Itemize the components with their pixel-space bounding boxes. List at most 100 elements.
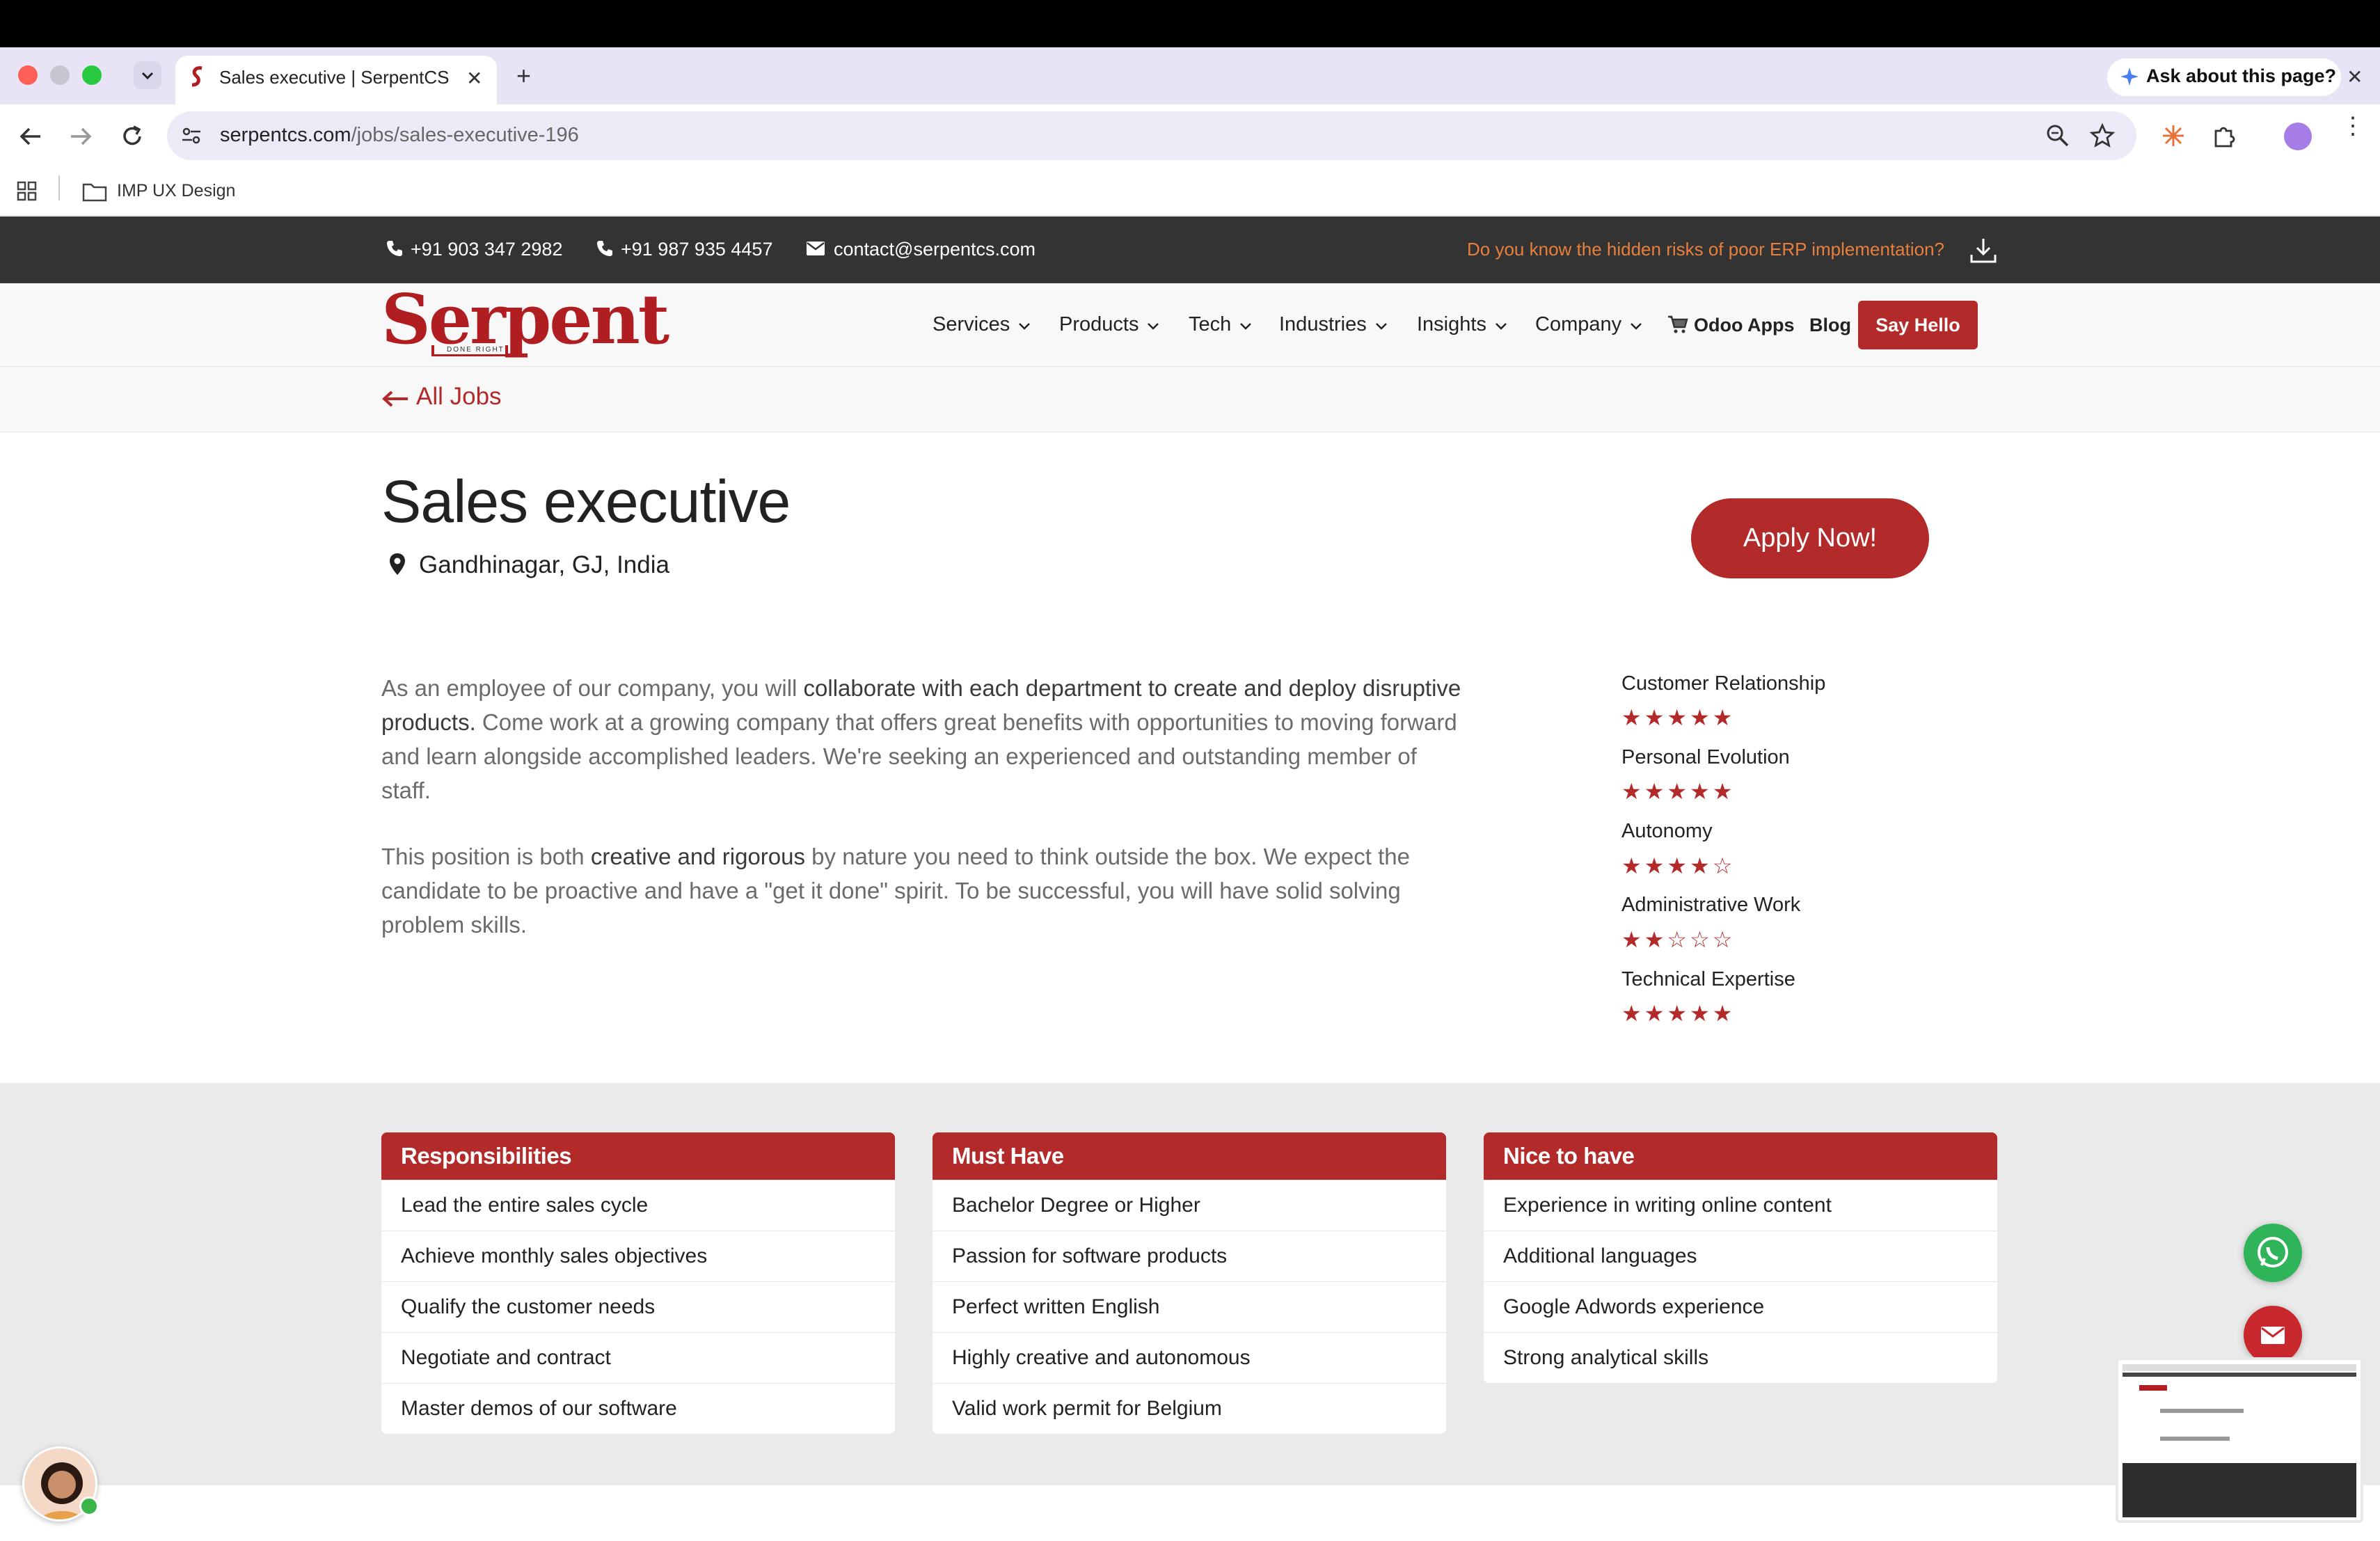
close-tab-icon[interactable]: ✕ bbox=[466, 67, 482, 90]
bookmark-folder-imp-ux-design[interactable]: IMP UX Design bbox=[117, 181, 235, 201]
say-hello-button[interactable]: Say Hello bbox=[1858, 301, 1978, 349]
job-title: Sales executive bbox=[381, 468, 791, 535]
close-ask-icon[interactable]: ✕ bbox=[2347, 65, 2363, 88]
bookmarks-divider bbox=[58, 175, 60, 200]
phone-number-1[interactable]: +91 903 347 2982 bbox=[411, 239, 562, 260]
nav-industries-label: Industries bbox=[1279, 313, 1367, 335]
star-filled-icon: ★ bbox=[1621, 779, 1644, 804]
phone-icon bbox=[386, 239, 402, 258]
list-item: Valid work permit for Belgium bbox=[933, 1383, 1446, 1434]
download-icon[interactable] bbox=[1969, 237, 1997, 264]
star-rating: ★★★★★ bbox=[1621, 778, 1735, 805]
whatsapp-icon bbox=[2258, 1237, 2288, 1267]
envelope-icon bbox=[2261, 1327, 2285, 1344]
nav-tech[interactable]: Tech bbox=[1189, 313, 1252, 336]
forward-icon[interactable] bbox=[67, 123, 95, 150]
star-filled-icon: ★ bbox=[1621, 705, 1644, 730]
chevron-down-icon bbox=[1018, 322, 1031, 331]
chevron-down-icon bbox=[1630, 322, 1642, 331]
star-empty-icon: ☆ bbox=[1667, 927, 1690, 952]
contact-email[interactable]: contact@serpentcs.com bbox=[834, 239, 1036, 260]
erp-risk-link[interactable]: Do you know the hidden risks of poor ERP… bbox=[1467, 239, 1944, 260]
star-filled-icon: ★ bbox=[1644, 927, 1667, 952]
desc-emphasis: creative and rigorous bbox=[590, 844, 805, 869]
all-jobs-link[interactable]: All Jobs bbox=[416, 383, 502, 411]
desc-text: As an employee of our company, you will bbox=[381, 675, 804, 701]
nav-services[interactable]: Services bbox=[933, 313, 1031, 336]
star-empty-icon: ☆ bbox=[1712, 927, 1736, 952]
nav-odoo-apps[interactable]: Odoo Apps bbox=[1667, 315, 1794, 336]
must-have-card: Must Have Bachelor Degree or Higher Pass… bbox=[933, 1132, 1446, 1434]
nav-services-label: Services bbox=[933, 313, 1010, 335]
phone-number-2[interactable]: +91 987 935 4457 bbox=[621, 239, 772, 260]
list-item: Passion for software products bbox=[933, 1231, 1446, 1281]
serpent-logo[interactable]: Serpent bbox=[381, 280, 669, 360]
nav-odoo-apps-label: Odoo Apps bbox=[1694, 315, 1795, 335]
list-item: Perfect written English bbox=[933, 1281, 1446, 1332]
rating-label: Personal Evolution bbox=[1621, 746, 1790, 768]
star-filled-icon: ★ bbox=[1690, 1001, 1713, 1026]
star-filled-icon: ★ bbox=[1690, 779, 1713, 804]
whatsapp-button[interactable] bbox=[2244, 1224, 2302, 1282]
bookmark-star-icon[interactable] bbox=[2089, 123, 2116, 149]
nav-insights[interactable]: Insights bbox=[1417, 313, 1507, 336]
rating-label: Administrative Work bbox=[1621, 894, 1801, 916]
profile-avatar[interactable] bbox=[2284, 123, 2312, 150]
list-item: Qualify the customer needs bbox=[381, 1281, 895, 1332]
nav-products-label: Products bbox=[1059, 313, 1139, 335]
star-empty-icon: ☆ bbox=[1690, 927, 1713, 952]
nav-blog[interactable]: Blog bbox=[1809, 315, 1851, 336]
url-path: /jobs/sales-executive-196 bbox=[351, 124, 579, 146]
tab-search-button[interactable] bbox=[134, 61, 161, 89]
list-item: Google Adwords experience bbox=[1484, 1281, 1997, 1332]
extension-burst-icon[interactable] bbox=[2160, 123, 2187, 149]
nice-to-have-card: Nice to have Experience in writing onlin… bbox=[1484, 1132, 1997, 1383]
close-window-button[interactable] bbox=[18, 65, 38, 85]
arrow-left-icon[interactable] bbox=[381, 388, 409, 409]
star-filled-icon: ★ bbox=[1621, 927, 1644, 952]
list-item: Additional languages bbox=[1484, 1231, 1997, 1281]
nav-products[interactable]: Products bbox=[1059, 313, 1159, 336]
nav-industries[interactable]: Industries bbox=[1279, 313, 1388, 336]
email-button[interactable] bbox=[2244, 1306, 2302, 1364]
star-filled-icon: ★ bbox=[1712, 779, 1736, 804]
reload-icon[interactable] bbox=[118, 123, 146, 150]
apps-grid-icon[interactable] bbox=[17, 181, 38, 202]
job-description-paragraph-1: As an employee of our company, you will … bbox=[381, 671, 1467, 807]
star-filled-icon: ★ bbox=[1667, 1001, 1690, 1026]
nav-company[interactable]: Company bbox=[1535, 313, 1642, 336]
list-item: Bachelor Degree or Higher bbox=[933, 1180, 1446, 1231]
star-rating: ★★★★★ bbox=[1621, 1000, 1735, 1027]
star-rating: ★★★★☆ bbox=[1621, 853, 1735, 879]
bookmarks-bar bbox=[0, 168, 2380, 216]
site-info-icon[interactable] bbox=[180, 124, 203, 148]
browser-menu-icon[interactable]: ⋮ bbox=[2341, 114, 2365, 138]
nav-tech-label: Tech bbox=[1189, 313, 1232, 335]
star-filled-icon: ★ bbox=[1667, 779, 1690, 804]
list-item: Highly creative and autonomous bbox=[933, 1332, 1446, 1383]
page-preview-thumbnail[interactable] bbox=[2116, 1357, 2363, 1523]
list-item: Master demos of our software bbox=[381, 1383, 895, 1434]
maximize-window-button[interactable] bbox=[82, 65, 102, 85]
new-tab-button[interactable]: + bbox=[516, 61, 531, 90]
card-title: Nice to have bbox=[1484, 1132, 1997, 1180]
location-pin-icon bbox=[388, 553, 406, 576]
responsibilities-card: Responsibilities Lead the entire sales c… bbox=[381, 1132, 895, 1434]
zoom-icon[interactable] bbox=[2045, 123, 2071, 149]
star-filled-icon: ★ bbox=[1712, 705, 1736, 730]
star-filled-icon: ★ bbox=[1667, 853, 1690, 878]
jobs-breadcrumb-bar bbox=[0, 367, 2380, 432]
apply-now-button[interactable]: Apply Now! bbox=[1691, 498, 1929, 578]
ask-about-page-label: Ask about this page? bbox=[2146, 65, 2337, 86]
job-location: Gandhinagar, GJ, India bbox=[419, 551, 669, 578]
extensions-puzzle-icon[interactable] bbox=[2210, 123, 2237, 149]
back-icon[interactable] bbox=[17, 123, 45, 150]
serpent-favicon-icon bbox=[189, 65, 206, 88]
star-empty-icon: ☆ bbox=[1712, 853, 1736, 878]
list-item: Lead the entire sales cycle bbox=[381, 1180, 895, 1231]
star-filled-icon: ★ bbox=[1712, 1001, 1736, 1026]
online-status-dot bbox=[79, 1496, 99, 1516]
url-host: serpentcs.com bbox=[220, 124, 351, 146]
rating-label: Technical Expertise bbox=[1621, 968, 1795, 990]
minimize-window-button[interactable] bbox=[50, 65, 70, 85]
